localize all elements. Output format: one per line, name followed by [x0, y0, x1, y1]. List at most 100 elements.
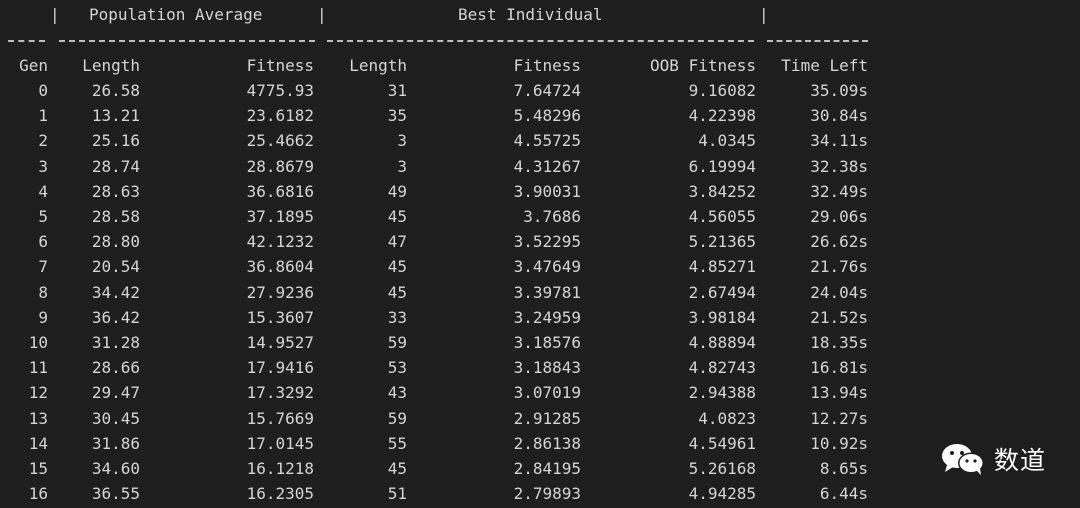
cell-oob-fitness: 4.85271: [688, 257, 756, 277]
cell-avg-fitness: 36.8604: [246, 257, 314, 277]
table-row: 15 34.60 16.1218 45 2.84195 5.26168 8.65s: [0, 456, 1080, 481]
cell-time-left: 13.94s: [810, 383, 868, 403]
cell-best-fitness: 2.86138: [513, 433, 581, 453]
cell-best-length: 47: [387, 232, 407, 252]
cell-gen: 5: [38, 207, 48, 226]
cell-avg-fitness: 42.1232: [246, 232, 314, 252]
cell-best-fitness: 4.31267: [513, 156, 581, 176]
watermark: 数道: [940, 442, 1046, 476]
cell-gen: 10: [28, 333, 48, 352]
cell-avg-length: 34.60: [91, 459, 140, 478]
group-header: | Population Average | Best Individual |: [0, 2, 1080, 27]
cell-time-left: 24.04s: [810, 282, 868, 302]
cell-oob-fitness: 4.88894: [688, 333, 756, 352]
cell-avg-length: 36.42: [91, 307, 140, 327]
cell-avg-length: 28.74: [91, 156, 140, 176]
cell-avg-length: 25.16: [91, 131, 140, 151]
table-row: 4 28.63 36.6816 49 3.90031 3.84252 32.49s: [0, 179, 1080, 204]
cell-oob-fitness: 2.94388: [688, 383, 756, 403]
cell-best-fitness: 3.47649: [513, 257, 581, 277]
table-row: 0 26.58 4775.93 31 7.64724 9.16082 35.09s: [0, 78, 1080, 103]
cell-oob-fitness: 4.0345: [698, 131, 756, 151]
table-row: 16 36.55 16.2305 51 2.79893 4.94285 6.44s: [0, 481, 1080, 506]
cell-oob-fitness: 5.26168: [688, 459, 756, 478]
table-row: 1 13.21 23.6182 35 5.48296 4.22398 30.84s: [0, 103, 1080, 128]
divider-segment: [8, 40, 45, 42]
cell-avg-length: 20.54: [91, 257, 140, 277]
cell-gen: 12: [28, 383, 48, 403]
cell-best-fitness: 3.7686: [523, 207, 581, 226]
group-separator: |: [50, 5, 60, 24]
cell-gen: 0: [38, 81, 48, 100]
cell-oob-fitness: 4.56055: [688, 207, 756, 226]
cell-best-fitness: 3.18843: [513, 358, 581, 378]
table-row: 9 36.42 15.3607 33 3.24959 3.98184 21.52s: [0, 305, 1080, 330]
cell-avg-fitness: 4775.93: [246, 81, 314, 100]
cell-best-fitness: 5.48296: [513, 106, 581, 126]
header-divider: [0, 28, 1080, 53]
group-separator: |: [317, 5, 327, 24]
cell-avg-length: 13.21: [91, 106, 140, 126]
cell-best-length: 33: [387, 307, 407, 327]
table-row: 10 31.28 14.9527 59 3.18576 4.88894 18.35s: [0, 330, 1080, 355]
cell-avg-fitness: 14.9527: [246, 333, 314, 352]
cell-oob-fitness: 4.0823: [698, 408, 756, 428]
table-row: 3 28.74 28.8679 3 4.31267 6.19994 32.38s: [0, 154, 1080, 179]
cell-best-fitness: 7.64724: [513, 81, 581, 100]
table-row: 13 30.45 15.7669 59 2.91285 4.0823 12.27s: [0, 406, 1080, 431]
terminal-output: | Population Average | Best Individual |…: [0, 0, 1080, 508]
cell-time-left: 6.44s: [819, 484, 868, 504]
cell-best-length: 31: [387, 81, 407, 100]
cell-gen: 8: [38, 282, 48, 302]
cell-gen: 15: [28, 459, 48, 478]
cell-avg-length: 28.80: [91, 232, 140, 252]
cell-time-left: 32.38s: [810, 156, 868, 176]
cell-oob-fitness: 3.84252: [688, 181, 756, 201]
cell-best-fitness: 3.52295: [513, 232, 581, 252]
cell-best-length: 3: [397, 131, 407, 151]
cell-avg-length: 29.47: [91, 383, 140, 403]
cell-gen: 3: [38, 156, 48, 176]
cell-avg-fitness: 25.4662: [246, 131, 314, 151]
column-header-row: Gen Length Fitness Length Fitness OOB Fi…: [0, 53, 1080, 78]
column-header-best-length: Length: [349, 56, 407, 75]
cell-avg-fitness: 36.6816: [246, 181, 314, 201]
cell-best-length: 45: [387, 282, 407, 302]
wechat-icon: [942, 444, 984, 475]
cell-avg-length: 31.28: [91, 333, 140, 352]
cell-time-left: 26.62s: [810, 232, 868, 252]
cell-time-left: 29.06s: [810, 207, 868, 226]
cell-best-fitness: 2.84195: [513, 459, 581, 478]
cell-best-length: 45: [387, 257, 407, 277]
cell-avg-length: 31.86: [91, 433, 140, 453]
column-header-time-left: Time Left: [781, 56, 868, 75]
cell-oob-fitness: 4.22398: [688, 106, 756, 126]
watermark-text: 数道: [994, 446, 1047, 475]
cell-avg-fitness: 17.0145: [246, 433, 314, 453]
cell-avg-length: 28.66: [91, 358, 140, 378]
cell-time-left: 32.49s: [810, 181, 868, 201]
cell-best-length: 49: [387, 181, 407, 201]
cell-oob-fitness: 2.67494: [688, 282, 756, 302]
cell-oob-fitness: 9.16082: [688, 81, 756, 100]
cell-avg-fitness: 16.2305: [246, 484, 314, 504]
cell-avg-fitness: 27.9236: [246, 282, 314, 302]
cell-avg-fitness: 23.6182: [246, 106, 314, 126]
divider-segment: [327, 40, 754, 42]
cell-time-left: 18.35s: [810, 333, 868, 352]
cell-gen: 13: [28, 408, 48, 428]
cell-gen: 16: [28, 484, 48, 504]
column-header-best-fitness: Fitness: [513, 56, 581, 75]
group-label-population-average: Population Average: [89, 5, 263, 24]
cell-best-fitness: 3.39781: [513, 282, 581, 302]
cell-gen: 14: [28, 433, 48, 453]
cell-best-fitness: 3.90031: [513, 181, 581, 201]
cell-best-fitness: 3.24959: [513, 307, 581, 327]
cell-avg-length: 36.55: [91, 484, 140, 504]
divider-segment: [767, 40, 868, 42]
cell-avg-fitness: 15.7669: [246, 408, 314, 428]
cell-avg-fitness: 17.9416: [246, 358, 314, 378]
table-row: 2 25.16 25.4662 3 4.55725 4.0345 34.11s: [0, 128, 1080, 153]
cell-best-fitness: 3.18576: [513, 333, 581, 352]
cell-oob-fitness: 3.98184: [688, 307, 756, 327]
